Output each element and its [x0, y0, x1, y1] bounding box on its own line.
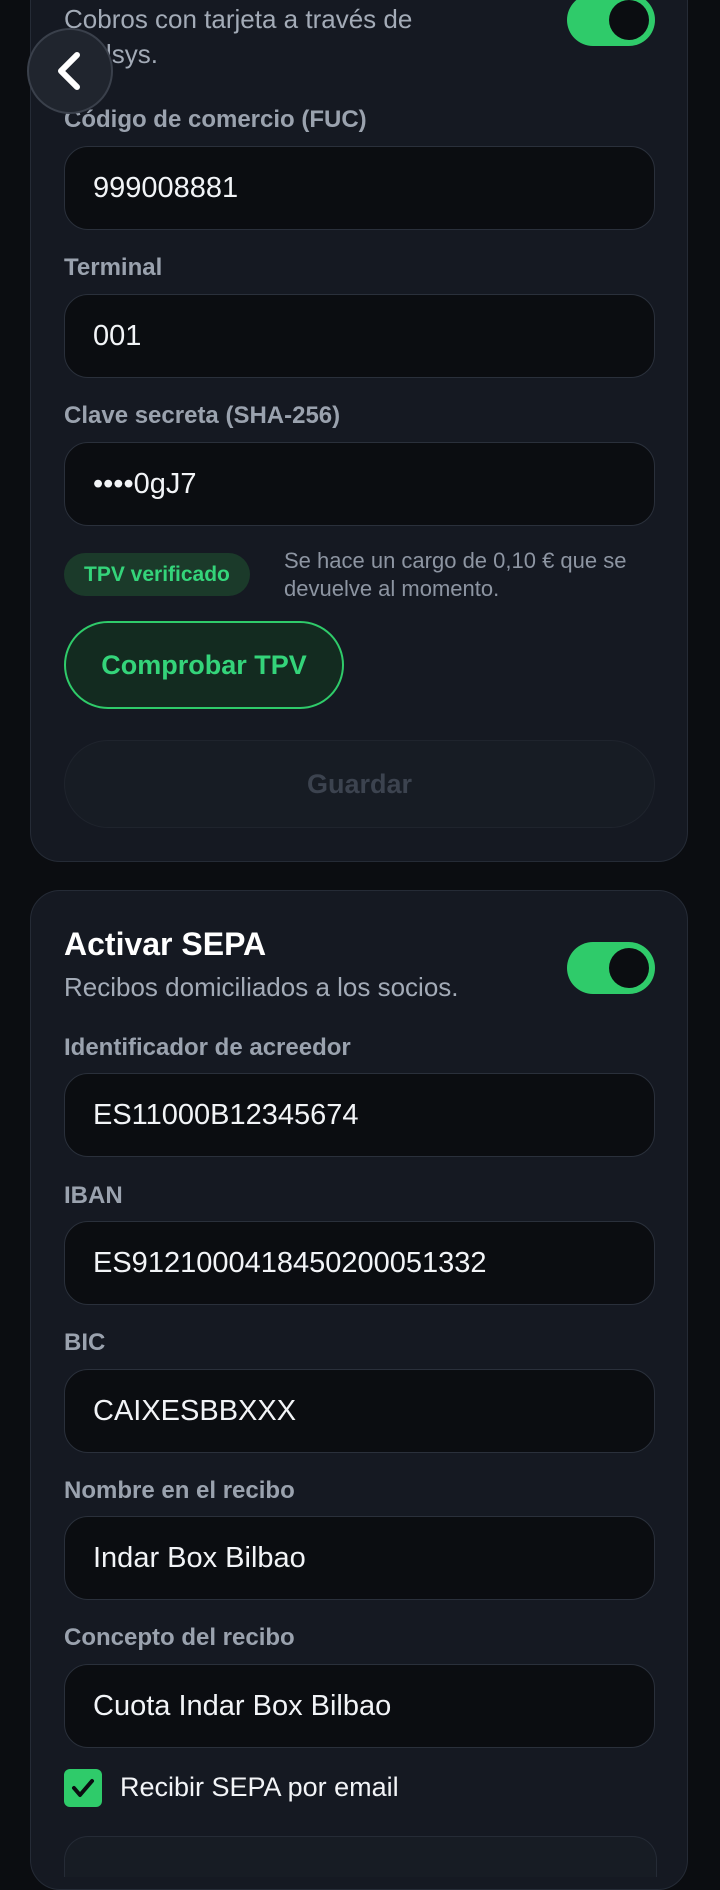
secret-key-input[interactable]: ••••0gJ7 — [64, 442, 655, 526]
toggle-knob — [609, 948, 649, 988]
sepa-toggle[interactable] — [567, 942, 655, 994]
bic-input[interactable]: CAIXESBBXXX — [64, 1369, 655, 1453]
receipt-name-label: Nombre en el recibo — [64, 1477, 295, 1504]
iban-label: IBAN — [64, 1182, 123, 1209]
next-element-partial — [64, 1836, 657, 1877]
tpv-subtitle: Cobros con tarjeta a través de Redsys. — [64, 4, 413, 70]
tpv-toggle[interactable] — [567, 0, 655, 46]
creditor-id-input[interactable]: ES11000B12345674 — [64, 1073, 655, 1157]
terminal-input[interactable]: 001 — [64, 294, 655, 378]
creditor-id-label: Identificador de acreedor — [64, 1034, 351, 1061]
secret-key-label: Clave secreta (SHA-256) — [64, 402, 341, 429]
save-button[interactable]: Guardar — [64, 740, 655, 828]
receipt-name-input[interactable]: Indar Box Bilbao — [64, 1516, 655, 1600]
tpv-verified-badge: TPV verificado — [64, 553, 250, 596]
fuc-input[interactable]: 999008881 — [64, 146, 655, 230]
toggle-knob — [609, 0, 649, 40]
fuc-label: Código de comercio (FUC) — [64, 106, 367, 133]
sepa-email-checkbox-label[interactable]: Recibir SEPA por email — [120, 1772, 399, 1803]
terminal-label: Terminal — [64, 254, 163, 281]
back-button[interactable] — [27, 28, 113, 114]
receipt-concept-input[interactable]: Cuota Indar Box Bilbao — [64, 1664, 655, 1748]
sepa-subtitle: Recibos domiciliados a los socios. — [64, 972, 459, 1002]
tpv-charge-hint: Se hace un cargo de 0,10 € que se devuel… — [284, 548, 627, 601]
receipt-concept-label: Concepto del recibo — [64, 1624, 295, 1651]
check-tpv-button[interactable]: Comprobar TPV — [64, 621, 344, 709]
chevron-left-icon — [58, 52, 80, 90]
checkmark-icon — [72, 1779, 94, 1797]
bic-label: BIC — [64, 1329, 106, 1356]
sepa-title: Activar SEPA — [64, 926, 267, 962]
iban-input[interactable]: ES9121000418450200051332 — [64, 1221, 655, 1305]
sepa-email-checkbox[interactable] — [64, 1769, 102, 1807]
